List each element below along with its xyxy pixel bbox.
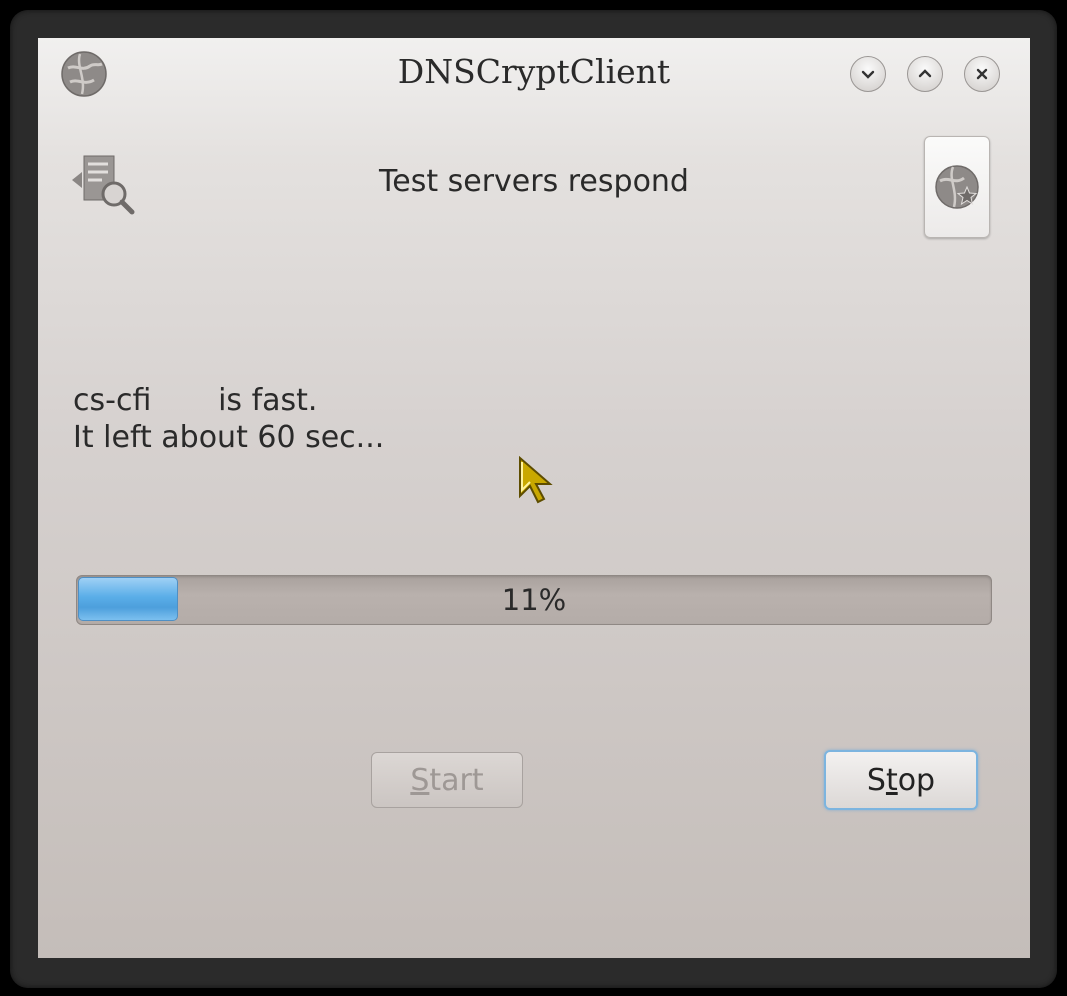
status-text: cs-cfi is fast. It left about 60 sec... [73, 382, 384, 456]
minimize-button[interactable] [850, 56, 886, 92]
chevron-up-icon [918, 69, 932, 78]
stop-button-label-rest: op [897, 762, 936, 798]
favorite-servers-button[interactable] [924, 136, 990, 238]
mouse-cursor-icon [519, 456, 553, 504]
progress-bar: 11% [76, 575, 992, 625]
dnscrypt-client-window: DNSCryptClient Test servers respond cs-c… [38, 38, 1030, 958]
stop-button-mnemonic: t [885, 762, 898, 798]
status-line-time-left: It left about 60 sec... [73, 420, 385, 455]
close-button[interactable] [964, 56, 1000, 92]
start-button[interactable]: Start [371, 752, 523, 808]
stop-button-label-prefix: S [866, 762, 886, 798]
status-line-server: cs-cfi is fast. [73, 383, 318, 418]
header-label: Test servers respond [379, 164, 689, 199]
chevron-down-icon [861, 70, 875, 79]
stop-button[interactable]: St op [824, 750, 978, 810]
start-button-mnemonic: S [410, 762, 430, 798]
progress-text: 11% [501, 583, 567, 617]
maximize-button[interactable] [907, 56, 943, 92]
close-icon [976, 68, 988, 80]
start-button-label: tart [429, 762, 484, 798]
titlebar[interactable]: DNSCryptClient [38, 38, 1030, 110]
network-favorite-icon [935, 165, 979, 209]
